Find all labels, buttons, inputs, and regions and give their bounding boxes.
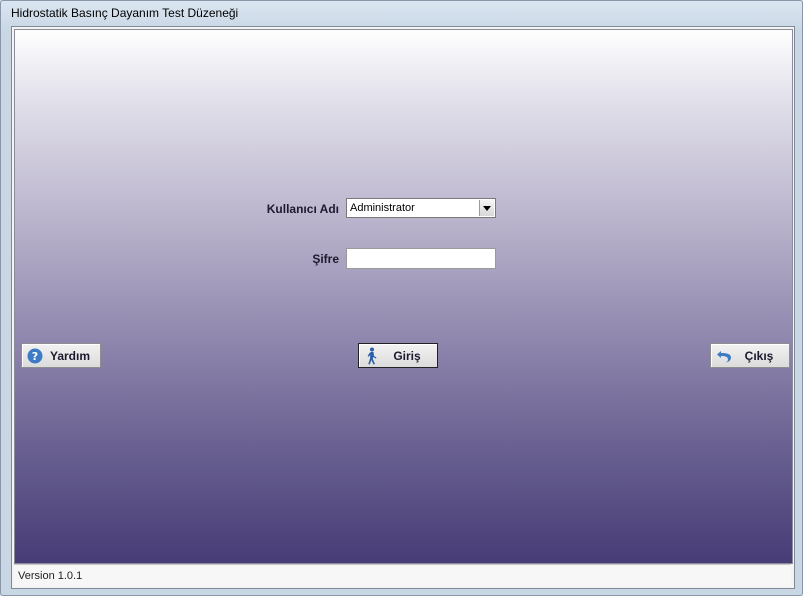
help-button[interactable]: ? Yardım [21, 343, 101, 368]
login-panel: Kullanıcı Adı Administrator Şifre ? Yard… [14, 29, 793, 564]
client-area: Kullanıcı Adı Administrator Şifre ? Yard… [11, 26, 795, 589]
chevron-down-icon [483, 205, 491, 211]
status-bar: Version 1.0.1 [14, 564, 791, 586]
exit-button[interactable]: Çıkış [710, 343, 790, 368]
svg-text:?: ? [32, 350, 38, 363]
username-combobox[interactable]: Administrator [346, 198, 496, 218]
password-field[interactable] [346, 248, 496, 269]
login-button[interactable]: Giriş [358, 343, 438, 368]
window-title: Hidrostatik Basınç Dayanım Test Düzeneği [11, 6, 239, 20]
password-label: Şifre [312, 252, 339, 266]
walking-person-icon [363, 347, 381, 365]
app-window: Hidrostatik Basınç Dayanım Test Düzeneği… [0, 0, 803, 596]
undo-arrow-icon [715, 347, 733, 365]
username-label: Kullanıcı Adı [266, 202, 339, 216]
question-circle-icon: ? [26, 347, 44, 365]
dropdown-arrow-button[interactable] [479, 200, 494, 216]
username-value: Administrator [350, 202, 415, 214]
version-label: Version 1.0.1 [18, 570, 83, 582]
login-button-label: Giriş [393, 348, 421, 363]
exit-button-label: Çıkış [744, 348, 774, 363]
help-button-label: Yardım [49, 348, 91, 363]
